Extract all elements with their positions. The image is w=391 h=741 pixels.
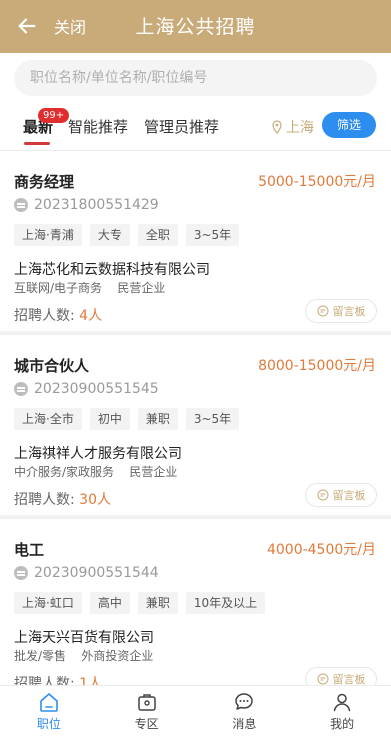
- company-type: 民营企业: [129, 465, 178, 479]
- hire-count-row: 招聘人数: 30人: [14, 489, 111, 509]
- list-icon: [14, 382, 28, 396]
- briefcase-icon: [137, 694, 156, 711]
- job-tag: 大专: [89, 224, 130, 246]
- hire-count: 30人: [79, 492, 111, 508]
- company-info: 批发/零售 外商投资企业: [14, 647, 153, 664]
- job-code-row: 20230900551545: [14, 381, 159, 397]
- new-count-badge: 99+: [38, 108, 70, 123]
- job-tag: 兼职: [137, 408, 178, 430]
- nav-item-profile[interactable]: 我的: [293, 686, 391, 741]
- job-tag: 全职: [137, 224, 178, 246]
- location-pin-icon: [272, 120, 282, 134]
- message-board-label: 留言板: [332, 489, 366, 502]
- company-industry: 互联网/电子商务: [14, 281, 103, 295]
- job-tag: 10年及以上: [185, 592, 266, 614]
- job-tag: 上海·青浦: [14, 224, 82, 246]
- person-icon: [333, 693, 351, 712]
- job-title: 城市合伙人: [14, 357, 90, 375]
- job-tag: 兼职: [137, 592, 178, 614]
- message-board-label: 留言板: [332, 305, 366, 318]
- tab-bar: 最新 99+ 智能推荐 管理员推荐 上海 筛选: [0, 108, 391, 148]
- job-tag: 高中: [89, 592, 130, 614]
- location-selector[interactable]: 上海: [271, 117, 314, 137]
- job-card[interactable]: 商务经理 5000-15000元/月 20231800551429 上海·青浦 …: [0, 151, 391, 329]
- active-tab-indicator: [24, 142, 50, 145]
- nav-item-jobs[interactable]: 职位: [0, 686, 98, 741]
- job-code: 20230900551544: [34, 565, 159, 581]
- job-code: 20230900551545: [34, 381, 159, 397]
- job-title: 电工: [14, 541, 45, 559]
- job-code-row: 20230900551544: [14, 565, 159, 581]
- nav-item-messages[interactable]: 消息: [196, 686, 294, 741]
- company-type: 民营企业: [117, 281, 166, 295]
- hire-label: 招聘人数:: [14, 308, 75, 324]
- company-name: 上海祺祥人才服务有限公司: [14, 446, 182, 462]
- job-title: 商务经理: [14, 173, 75, 191]
- company-industry: 批发/零售: [14, 649, 67, 663]
- hire-label: 招聘人数:: [14, 492, 75, 508]
- message-icon: [317, 305, 328, 317]
- job-tag: 3~5年: [185, 408, 240, 430]
- job-tag: 3~5年: [185, 224, 240, 246]
- hire-count: 4人: [79, 308, 103, 324]
- message-board-button[interactable]: 留言板: [305, 483, 377, 507]
- job-card[interactable]: 城市合伙人 8000-15000元/月 20230900551545 上海·全市…: [0, 335, 391, 513]
- search-input[interactable]: [14, 60, 377, 96]
- job-code-row: 20231800551429: [14, 197, 159, 213]
- nav-label: 我的: [330, 717, 355, 731]
- bottom-nav: 职位 专区 消息 我的: [0, 685, 391, 741]
- company-info: 互联网/电子商务 民营企业: [14, 279, 165, 296]
- tab-admin-recommend[interactable]: 管理员推荐: [144, 116, 219, 137]
- filter-button[interactable]: 筛选: [322, 112, 376, 138]
- message-icon: [317, 489, 328, 501]
- nav-label: 专区: [134, 717, 159, 731]
- company-type: 外商投资企业: [81, 649, 154, 663]
- company-industry: 中介服务/家政服务: [14, 465, 115, 479]
- hire-count-row: 招聘人数: 4人: [14, 305, 102, 325]
- message-board-button[interactable]: 留言板: [305, 299, 377, 323]
- list-icon: [14, 198, 28, 212]
- nav-label: 消息: [232, 717, 257, 731]
- company-info: 中介服务/家政服务 民营企业: [14, 463, 177, 480]
- page-title: 上海公共招聘: [135, 16, 256, 38]
- job-code: 20231800551429: [34, 197, 159, 213]
- location-label: 上海: [286, 120, 314, 136]
- job-tag: 上海·虹口: [14, 592, 82, 614]
- nav-item-zone[interactable]: 专区: [98, 686, 196, 741]
- job-tags: 上海·青浦 大专 全职 3~5年: [14, 224, 247, 246]
- app-root: 关闭 上海公共招聘 最新 99+ 智能推荐 管理员推荐 上海 筛选 商务经理 5…: [0, 0, 391, 741]
- chat-icon: [235, 693, 254, 710]
- job-tags: 上海·全市 初中 兼职 3~5年: [14, 408, 247, 430]
- job-card[interactable]: 电工 4000-4500元/月 20230900551544 上海·虹口 高中 …: [0, 519, 391, 697]
- nav-label: 职位: [36, 717, 61, 731]
- job-salary: 4000-4500元/月: [266, 542, 376, 558]
- tab-smart-recommend[interactable]: 智能推荐: [68, 116, 128, 137]
- job-tag: 初中: [89, 408, 130, 430]
- message-icon: [317, 673, 328, 685]
- job-salary: 5000-15000元/月: [258, 174, 376, 190]
- top-bar: 关闭 上海公共招聘: [0, 0, 391, 53]
- list-icon: [14, 566, 28, 580]
- job-salary: 8000-15000元/月: [258, 358, 376, 374]
- job-tag: 上海·全市: [14, 408, 82, 430]
- company-name: 上海天兴百货有限公司: [14, 630, 154, 646]
- home-icon: [40, 693, 58, 712]
- company-name: 上海芯化和云数据科技有限公司: [14, 262, 210, 278]
- job-tags: 上海·虹口 高中 兼职 10年及以上: [14, 592, 273, 614]
